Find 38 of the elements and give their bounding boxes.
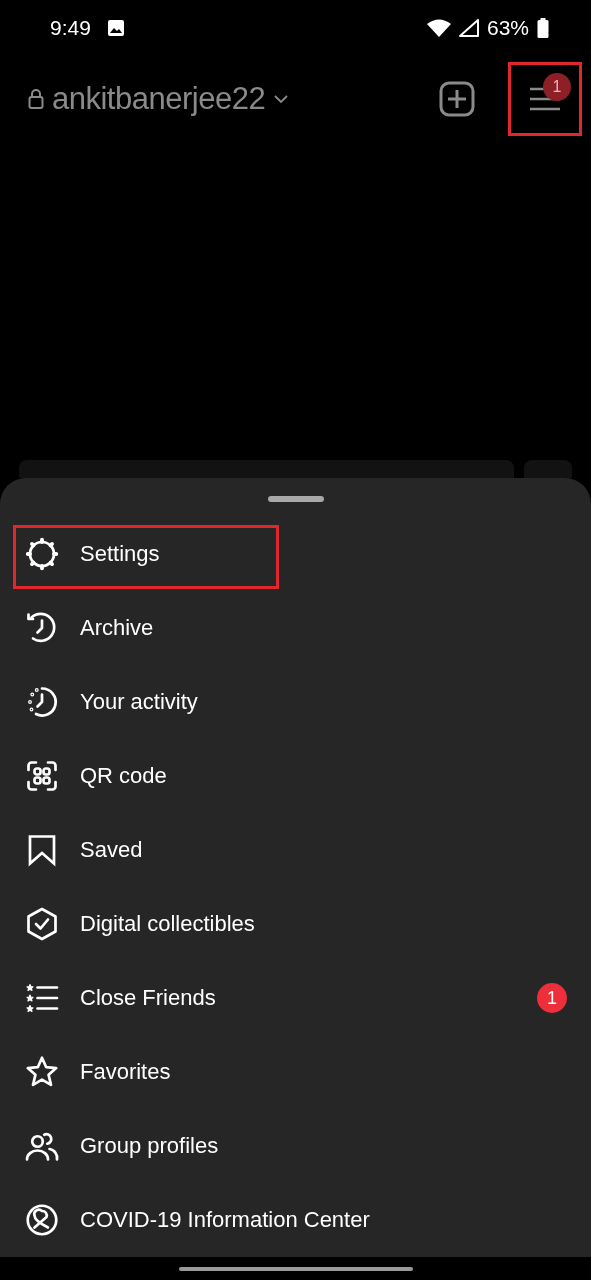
menu-item-label: Digital collectibles — [80, 911, 255, 937]
wifi-icon — [426, 19, 451, 37]
menu-item-label: Archive — [80, 615, 154, 641]
battery-percentage: 63% — [486, 16, 529, 40]
menu-item-label: Favorites — [80, 1059, 171, 1085]
notification-badge: 1 — [537, 983, 567, 1013]
plus-square-icon[interactable] — [439, 81, 475, 117]
menu-item-label: COVID-19 Information Center — [80, 1207, 370, 1233]
heart-circle-icon — [24, 1202, 60, 1238]
menu-item[interactable]: Close Friends 1 — [0, 961, 591, 1035]
menu-item[interactable]: Digital collectibles — [0, 887, 591, 961]
gear-icon — [24, 536, 60, 572]
drag-handle[interactable] — [267, 496, 324, 502]
menu-item[interactable]: Favorites — [0, 1035, 591, 1109]
account-switcher[interactable]: ankitbanerjee22 — [52, 81, 266, 117]
qr-code-icon — [24, 758, 60, 794]
image-icon — [106, 19, 125, 37]
lock-icon — [28, 88, 44, 110]
menu-item[interactable]: Archive — [0, 591, 591, 665]
notification-badge: 1 — [543, 73, 571, 101]
menu-item[interactable]: Group profiles — [0, 1109, 591, 1183]
menu-item-label: Settings — [80, 541, 160, 567]
menu-item-label: Your activity — [80, 689, 198, 715]
status-time: 9:49 — [50, 16, 91, 40]
battery-icon — [537, 18, 549, 38]
menu-item-label: Saved — [80, 837, 143, 863]
menu-item[interactable]: COVID-19 Information Center — [0, 1183, 591, 1257]
menu-item[interactable]: Your activity — [0, 665, 591, 739]
chevron-down-icon[interactable] — [273, 94, 290, 104]
hexagon-check-icon — [24, 906, 60, 942]
menu-item-label: Close Friends — [80, 985, 216, 1011]
menu-item[interactable]: Settings — [0, 517, 591, 591]
menu-item[interactable]: QR code — [0, 739, 591, 813]
menu-item-label: Group profiles — [80, 1133, 219, 1159]
signal-icon — [458, 19, 479, 37]
menu-item-label: QR code — [80, 763, 167, 789]
home-indicator[interactable] — [178, 1266, 413, 1271]
menu-item[interactable]: Saved — [0, 813, 591, 887]
